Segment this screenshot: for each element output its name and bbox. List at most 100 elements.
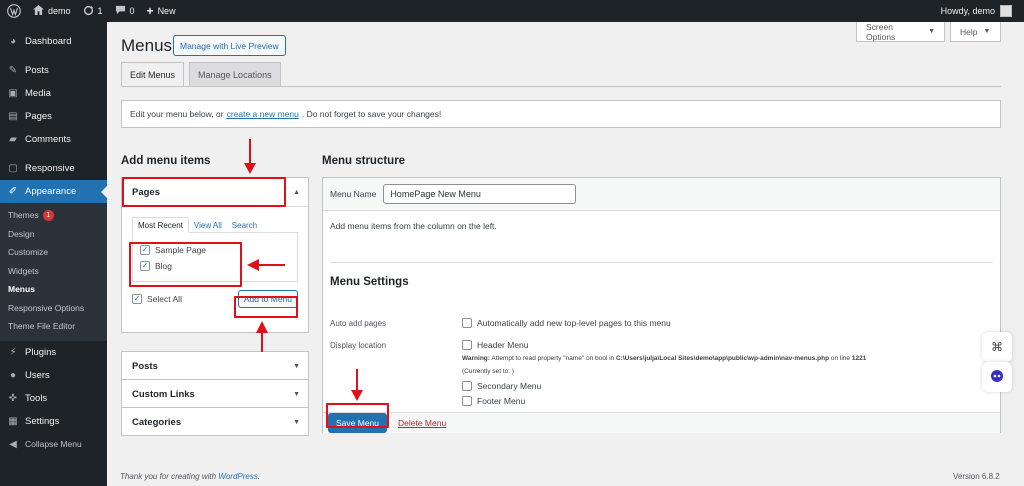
site-name: demo: [48, 6, 71, 16]
pages-inner-tabs: Most Recent View All Search: [132, 217, 298, 233]
new-content-link[interactable]: + New: [147, 4, 176, 18]
location-footer-option[interactable]: Footer Menu: [462, 396, 525, 406]
help-label: Help: [960, 26, 978, 37]
submenu-item-menus[interactable]: Menus: [0, 280, 107, 299]
screen-options-label: Screen Options: [866, 21, 896, 42]
submenu-item-customize[interactable]: Customize: [0, 243, 107, 262]
footer-menu-checkbox[interactable]: [462, 396, 472, 406]
php-warning: Warning: Attempt to read property "name"…: [462, 355, 866, 362]
create-menu-link[interactable]: create a new menu: [227, 109, 299, 119]
sidebar-item-label: Posts: [25, 65, 49, 76]
wordpress-link[interactable]: WordPress: [218, 472, 258, 481]
menu-name-input[interactable]: HomePage New Menu: [383, 184, 577, 204]
categories-accordion-header[interactable]: Categories ▼: [122, 408, 308, 436]
categories-accordion[interactable]: Categories ▼: [121, 407, 309, 436]
menu-hint: Add menu items from the column on the le…: [330, 221, 497, 231]
custom-links-accordion-header[interactable]: Custom Links ▼: [122, 380, 308, 408]
warning-text: Attempt to read property "name" on bool …: [491, 355, 615, 362]
tab-manage-locations[interactable]: Manage Locations: [189, 62, 281, 87]
help-button[interactable]: Help ▼: [950, 22, 1001, 42]
sidebar-item-label: Tools: [25, 392, 48, 404]
custom-links-accordion[interactable]: Custom Links ▼: [121, 379, 309, 408]
submenu-item-design[interactable]: Design: [0, 225, 107, 244]
assistant-icon: [990, 369, 1004, 385]
screen-options-button[interactable]: Screen Options ▼: [856, 22, 945, 42]
posts-accordion[interactable]: Posts ▼: [121, 351, 309, 380]
comments-link[interactable]: 0: [115, 5, 135, 17]
submenu-item-label: Theme File Editor: [8, 321, 76, 332]
assistant-button[interactable]: [982, 362, 1012, 392]
location-header-option[interactable]: Header Menu: [462, 340, 529, 350]
delete-menu-link[interactable]: Delete Menu: [398, 418, 446, 428]
sidebar-item-label: Media: [25, 88, 51, 99]
submenu-item-widgets[interactable]: Widgets: [0, 262, 107, 281]
sidebar-item-users[interactable]: ● Users: [0, 364, 107, 387]
location-secondary-option[interactable]: Secondary Menu: [462, 381, 541, 391]
select-all-checkbox[interactable]: ✓: [132, 294, 142, 304]
pages-icon: ▤: [8, 111, 18, 122]
page-title: Menus: [121, 36, 173, 55]
sidebar-item-label: Dashboard: [25, 36, 72, 47]
select-all-row[interactable]: ✓ Select All: [132, 291, 182, 307]
wordpress-logo-icon[interactable]: [3, 0, 25, 22]
site-name-link[interactable]: demo: [33, 5, 71, 17]
tab-view-all[interactable]: View All: [189, 217, 227, 233]
home-icon: [33, 5, 44, 17]
sidebar-item-appearance[interactable]: ✐ Appearance: [0, 180, 107, 203]
warning-online: on line: [830, 355, 851, 362]
auto-add-text: Automatically add new top-level pages to…: [477, 318, 671, 328]
sidebar-item-label: Pages: [25, 111, 52, 122]
tab-most-recent[interactable]: Most Recent: [132, 217, 189, 233]
sidebar-item-dashboard[interactable]: ◕ Dashboard: [0, 30, 107, 53]
accordion-title: Categories: [132, 416, 182, 428]
add-menu-items-heading: Add menu items: [121, 155, 211, 167]
tab-search[interactable]: Search: [227, 217, 262, 233]
submenu-item-label: Responsive Options: [8, 302, 85, 313]
location-label: Footer Menu: [477, 396, 526, 406]
posts-accordion-header[interactable]: Posts ▼: [122, 352, 308, 380]
sidebar-item-posts[interactable]: ✎ Posts: [0, 59, 107, 82]
submenu-item-responsive-options[interactable]: Responsive Options: [0, 299, 107, 318]
submenu-item-theme-file-editor[interactable]: Theme File Editor: [0, 317, 107, 336]
sidebar-item-pages[interactable]: ▤ Pages: [0, 105, 107, 128]
wrench-icon: ✜: [8, 392, 18, 404]
auto-add-option[interactable]: Automatically add new top-level pages to…: [462, 318, 671, 328]
live-preview-button[interactable]: Manage with Live Preview: [173, 35, 286, 56]
secondary-menu-checkbox[interactable]: [462, 381, 472, 391]
tab-edit-menus[interactable]: Edit Menus: [121, 62, 185, 87]
media-icon: ▣: [8, 88, 18, 99]
admin-sidebar: ◕ Dashboard ✎ Posts ▣ Media ▤ Pages ▰ Co…: [0, 22, 107, 486]
apps-grid-button[interactable]: ⌘: [982, 332, 1012, 362]
location-label: Header Menu: [477, 340, 529, 350]
header-menu-checkbox[interactable]: [462, 340, 472, 350]
accordion-title: Posts: [132, 360, 158, 372]
sidebar-item-label: Collapse Menu: [25, 439, 82, 449]
sidebar-item-plugins[interactable]: ⚡ Plugins: [0, 341, 107, 364]
sidebar-item-label: Settings: [25, 415, 60, 427]
sidebar-item-comments[interactable]: ▰ Comments: [0, 128, 107, 151]
sidebar-item-settings[interactable]: ▦ Settings: [0, 410, 107, 433]
auto-add-checkbox[interactable]: [462, 318, 472, 328]
submenu-item-label: Themes: [8, 210, 39, 221]
caret-up-icon: ▲: [293, 188, 300, 196]
collapse-menu-button[interactable]: ◀ Collapse Menu: [0, 433, 107, 456]
submenu-item-label: Menus: [8, 284, 35, 295]
howdy-text: Howdy, demo: [940, 6, 995, 16]
account-menu[interactable]: Howdy, demo: [941, 0, 1012, 22]
version-text: Version 6.8.2: [953, 472, 1000, 481]
responsive-icon: ▢: [8, 163, 18, 174]
new-label: New: [157, 6, 176, 16]
sidebar-item-responsive[interactable]: ▢ Responsive: [0, 157, 107, 180]
highlight-page-checkboxes: [129, 242, 242, 287]
caret-down-icon: ▼: [928, 28, 935, 35]
submenu-item-themes[interactable]: Themes 1: [0, 206, 107, 225]
caret-down-icon: ▼: [293, 362, 300, 370]
highlight-pages-header: [122, 177, 286, 207]
themes-update-badge: 1: [42, 209, 54, 221]
pin-icon: ✎: [8, 65, 18, 76]
caret-down-icon: ▼: [293, 390, 300, 398]
collapse-icon: ◀: [9, 438, 17, 450]
sidebar-item-tools[interactable]: ✜ Tools: [0, 387, 107, 410]
updates-link[interactable]: 1: [83, 5, 103, 18]
sidebar-item-media[interactable]: ▣ Media: [0, 82, 107, 105]
